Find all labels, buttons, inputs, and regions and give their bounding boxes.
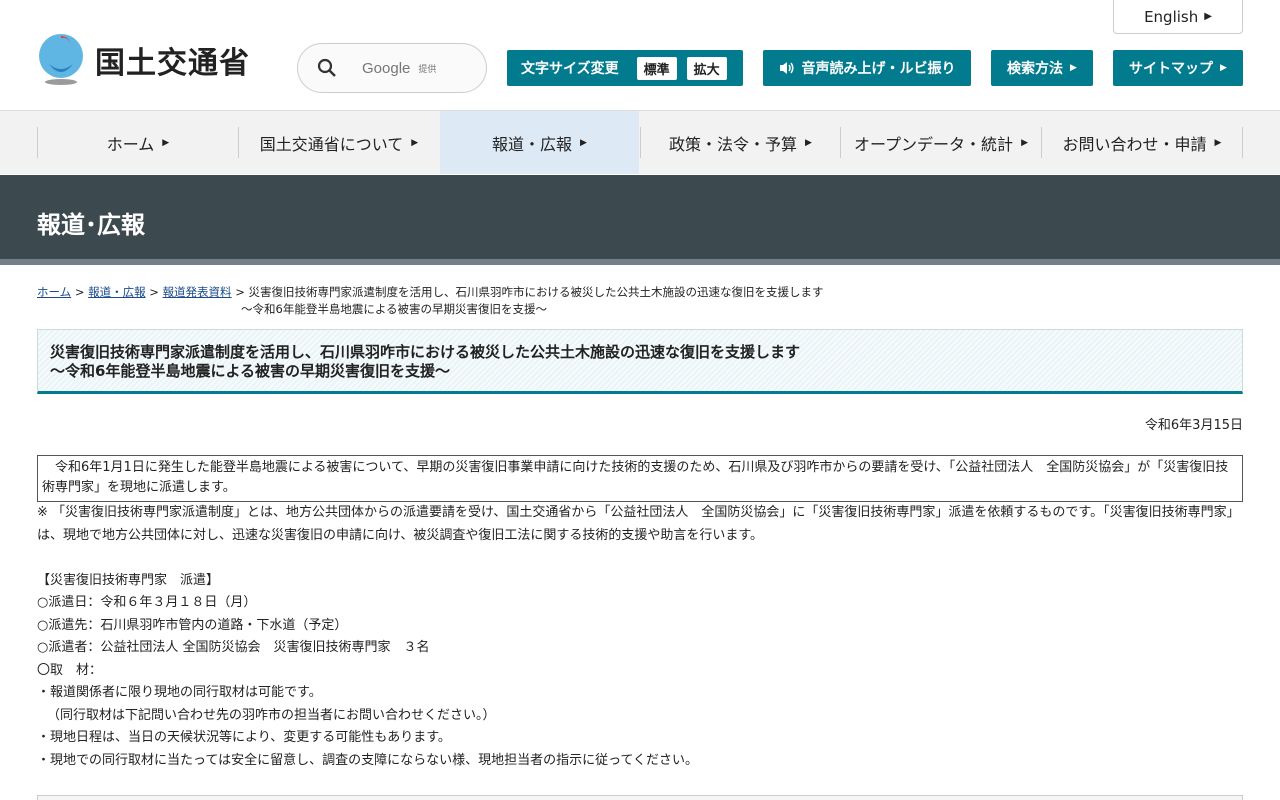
breadcrumb-link-releases[interactable]: 報道発表資料 — [163, 285, 232, 299]
search-provider-note: 提供 — [418, 64, 437, 75]
nav-item-label: オープンデータ・統計 — [854, 134, 1014, 154]
nav-item-label: ホーム — [106, 134, 155, 154]
article-title-box: 災害復旧技術専門家派遣制度を活用し、石川県羽咋市における被災した公共土木施設の迅… — [37, 329, 1243, 394]
nav-item-home[interactable]: ホーム ▶ — [38, 111, 238, 174]
triangle-right-icon: ▶ — [411, 137, 419, 148]
breadcrumb-separator: > — [74, 285, 85, 299]
font-size-control: 文字サイズ変更 標準 拡大 — [507, 50, 743, 86]
breadcrumb-separator: > — [149, 285, 159, 299]
detail-line: ○派遣日：令和６年３月１８日（月） — [37, 595, 257, 610]
voice-ruby-button[interactable]: 音声読み上げ・ルビ振り — [763, 50, 971, 86]
breadcrumb: ホーム > 報道・広報 > 報道発表資料 > 災害復旧技術専門家派遣制度を活用し… — [37, 284, 1243, 318]
article-note: ※ 「災害復旧技術専門家派遣制度」とは、地方公共団体からの派遣要請を受け、国土交… — [37, 505, 1240, 543]
article-lead: 令和6年1月1日に発生した能登半島地震による被害について、早期の災害復旧事業申請… — [37, 455, 1243, 502]
breadcrumb-current-sub: ～令和6年能登半島地震による被害の早期災害復旧を支援～ — [241, 302, 547, 316]
article-title: 災害復旧技術専門家派遣制度を活用し、石川県羽咋市における被災した公共土木施設の迅… — [50, 343, 801, 361]
section-title-band: 報道･広報 — [0, 175, 1280, 265]
nav-item-label: 報道・広報 — [492, 134, 573, 154]
site-logo[interactable]: 国土交通省 — [37, 34, 250, 86]
detail-line: ○派遣者：公益社団法人 全国防災協会 災害復旧技術専門家 ３名 — [37, 640, 430, 655]
triangle-right-icon: ▶ — [1204, 11, 1212, 22]
search-icon[interactable] — [317, 58, 337, 78]
nav-item-policy[interactable]: 政策・法令・予算 ▶ — [641, 111, 840, 174]
english-label: English — [1144, 7, 1199, 26]
font-size-label: 文字サイズ変更 — [521, 61, 619, 77]
logo-text: 国土交通省 — [95, 46, 250, 81]
site-header: 国土交通省 English ▶ Google 提供 文字サイズ変更 標準 拡大 … — [0, 0, 1280, 111]
sitemap-label: サイトマップ — [1129, 61, 1214, 77]
triangle-right-icon: ▶ — [805, 137, 812, 148]
detail-line: ・現地日程は、当日の天候状況等により、変更する可能性もあります。 — [37, 730, 451, 745]
triangle-right-icon: ▶ — [1220, 63, 1227, 73]
search-method-label: 検索方法 — [1007, 61, 1064, 77]
sitemap-button[interactable]: サイトマップ ▶ — [1113, 50, 1243, 86]
font-size-standard-button[interactable]: 標準 — [636, 56, 677, 80]
section-heading: 【災害復旧技術専門家 派遣】 — [37, 572, 220, 588]
next-section-box — [37, 795, 1243, 800]
nav-item-label: お問い合わせ・申請 — [1062, 134, 1207, 154]
nav-item-label: 政策・法令・予算 — [669, 134, 798, 154]
nav-item-opendata[interactable]: オープンデータ・統計 ▶ — [841, 111, 1041, 174]
publish-date: 令和6年3月15日 — [1144, 418, 1243, 433]
detail-line: ・現地での同行取材に当たっては安全に留意し、調査の支障にならない様、現地担当者の… — [37, 752, 699, 768]
breadcrumb-separator: > — [235, 285, 245, 299]
nav-divider — [1242, 127, 1243, 158]
article-subtitle: ～令和6年能登半島地震による被害の早期災害復旧を支援～ — [50, 362, 450, 380]
site-search-box[interactable]: Google 提供 — [297, 43, 487, 93]
detail-line: （同行取材は下記問い合わせ先の羽咋市の担当者にお問い合わせください。） — [47, 707, 496, 723]
triangle-right-icon: ▶ — [162, 137, 170, 148]
mlit-logo-icon — [37, 34, 85, 86]
breadcrumb-link-home[interactable]: ホーム — [37, 285, 71, 299]
triangle-right-icon: ▶ — [1214, 137, 1222, 148]
triangle-right-icon: ▶ — [580, 137, 587, 148]
detail-line: ○派遣先：石川県羽咋市管内の道路・下水道（予定） — [37, 617, 348, 633]
breadcrumb-link-press[interactable]: 報道・広報 — [88, 285, 146, 299]
breadcrumb-current: 災害復旧技術専門家派遣制度を活用し、石川県羽咋市における被災した公共土木施設の迅… — [248, 285, 824, 299]
detail-line: 〇取 材： — [37, 662, 103, 678]
detail-line: ・報道関係者に限り現地の同行取材は可能です。 — [37, 685, 322, 700]
global-nav: ホーム ▶ 国土交通省について ▶ 報道・広報 ▶ 政策・法令・予算 ▶ オープンデータ… — [0, 111, 1280, 174]
nav-item-press[interactable]: 報道・広報 ▶ — [440, 111, 639, 174]
nav-item-about[interactable]: 国土交通省について ▶ — [239, 111, 439, 174]
triangle-right-icon: ▶ — [1070, 63, 1077, 73]
nav-item-label: 国土交通省について — [259, 134, 404, 154]
voice-ruby-label: 音声読み上げ・ルビ振り — [801, 61, 956, 77]
nav-item-contact[interactable]: お問い合わせ・申請 ▶ — [1042, 111, 1242, 174]
article-body: ※ 「災害復旧技術専門家派遣制度」とは、地方公共団体からの派遣要請を受け、国土交… — [37, 502, 1247, 772]
font-size-large-button[interactable]: 拡大 — [686, 56, 727, 80]
english-button[interactable]: English ▶ — [1113, 0, 1243, 34]
triangle-right-icon: ▶ — [1021, 137, 1028, 148]
section-title: 報道･広報 — [37, 211, 145, 239]
search-provider: Google — [362, 59, 411, 77]
search-method-button[interactable]: 検索方法 ▶ — [991, 50, 1093, 86]
speaker-icon — [779, 61, 795, 75]
